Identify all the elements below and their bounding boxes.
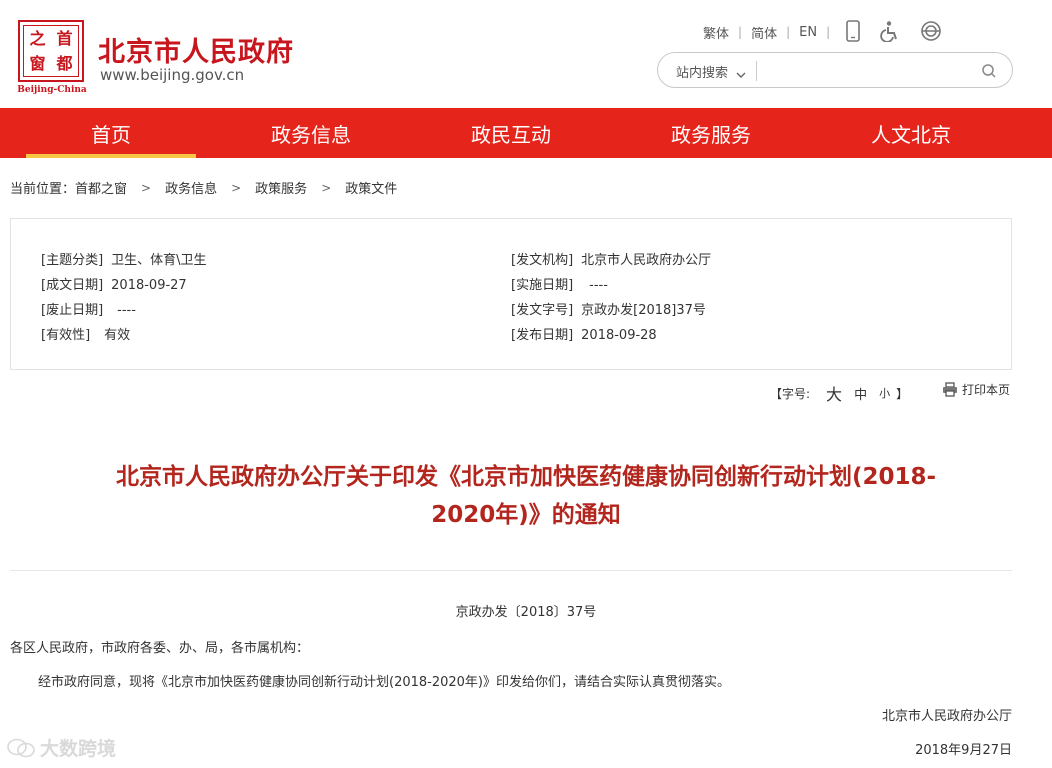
font-size-switcher: 【字号: 大 中 小 】 xyxy=(770,381,908,405)
printer-icon xyxy=(942,382,958,397)
document-title: 北京市人民政府办公厅关于印发《北京市加快医药健康协同创新行动计划(2018- 2… xyxy=(40,458,1012,534)
document-title-line: 2020年)》的通知 xyxy=(431,502,621,528)
search-input[interactable] xyxy=(762,58,974,84)
language-switcher: 繁体 | 简体 | EN | xyxy=(694,20,830,44)
site-search: 站内搜索 xyxy=(657,52,1013,88)
font-size-small-button[interactable]: 小 xyxy=(879,385,890,401)
document-date: 2018年9月27日 xyxy=(915,743,1012,758)
lang-traditional-link[interactable]: 繁体 xyxy=(694,23,738,42)
document-salutation: 各区人民政府，市政府各委、办、局，各市属机构： xyxy=(10,641,310,656)
nav-item-interaction[interactable]: 政民互动 xyxy=(426,108,596,158)
breadcrumb-item[interactable]: 政策服务 xyxy=(255,178,307,197)
watermark: 大数跨境 xyxy=(6,734,116,761)
document-issuer: 北京市人民政府办公厅 xyxy=(881,709,1012,724)
print-button[interactable]: 打印本页 xyxy=(942,381,1010,398)
font-size-bracket-end: 】 xyxy=(896,386,909,401)
nav-item-home[interactable]: 首页 xyxy=(26,108,196,158)
site-header: 之 首 窗 都 Beijing-China 北京市人民政府 www.beijin… xyxy=(0,0,1052,108)
font-size-label: 【字号: xyxy=(770,386,811,401)
meta-written-date: [成文日期] 2018-09-27 xyxy=(41,278,187,293)
search-scope-label[interactable]: 站内搜索 xyxy=(676,62,728,81)
breadcrumb-item[interactable]: 政策文件 xyxy=(345,178,397,197)
site-logo-seal[interactable]: 之 首 窗 都 xyxy=(18,20,84,82)
document-number: 京政办发〔2018〕37号 xyxy=(455,605,597,620)
print-label: 打印本页 xyxy=(962,383,1011,397)
chevron-right-icon: > xyxy=(321,180,332,195)
meta-document-number: [发文字号] 京政办发[2018]37号 xyxy=(511,303,706,318)
site-url: www.beijing.gov.cn xyxy=(100,66,245,84)
mobile-icon[interactable] xyxy=(840,18,866,44)
site-title[interactable]: 北京市人民政府 xyxy=(98,30,294,69)
meta-repeal-date: [废止日期] ---- xyxy=(41,303,136,318)
search-icon[interactable] xyxy=(978,60,1000,82)
lang-english-link[interactable]: EN xyxy=(790,25,826,40)
nav-item-services[interactable]: 政务服务 xyxy=(626,108,796,158)
chevron-right-icon: > xyxy=(231,180,242,195)
breadcrumb-prefix: 当前位置： xyxy=(10,182,76,197)
lang-simplified-link[interactable]: 简体 xyxy=(742,23,786,42)
meta-subject: [主题分类] 卫生、体育\卫生 xyxy=(41,253,207,268)
document-title-line: 北京市人民政府办公厅关于印发《北京市加快医药健康协同创新行动计划(2018- xyxy=(115,464,937,490)
seal-char: 窗 xyxy=(29,53,46,73)
chevron-right-icon: > xyxy=(141,180,152,195)
meta-publish-date: [发布日期] 2018-09-28 xyxy=(511,328,657,343)
meta-effective-date: [实施日期] ---- xyxy=(511,278,608,293)
seal-caption: Beijing-China xyxy=(17,85,87,95)
seal-char: 首 xyxy=(56,28,73,48)
seal-char: 都 xyxy=(56,53,73,73)
breadcrumb: 当前位置： 首都之窗 > 政务信息 > 政策服务 > 政策文件 xyxy=(10,178,397,198)
document-metadata-panel: [主题分类] 卫生、体育\卫生 [成文日期] 2018-09-27 [废止日期] --… xyxy=(10,218,1012,370)
meta-issuing-agency: [发文机构] 北京市人民政府办公厅 xyxy=(511,253,712,268)
breadcrumb-item[interactable]: 首都之窗 xyxy=(75,178,127,197)
font-size-large-button[interactable]: 大 xyxy=(826,381,842,405)
seal-char: 之 xyxy=(29,28,46,48)
meta-validity: [有效性] 有效 xyxy=(41,328,131,343)
elder-mode-icon[interactable] xyxy=(918,18,944,44)
document-body: 经市政府同意，现将《北京市加快医药健康协同创新行动计划(2018-2020年)》… xyxy=(38,675,731,690)
breadcrumb-item[interactable]: 政务信息 xyxy=(165,178,217,197)
nav-item-government-info[interactable]: 政务信息 xyxy=(226,108,396,158)
wechat-icon xyxy=(7,738,35,757)
nav-item-humanities[interactable]: 人文北京 xyxy=(826,108,996,158)
watermark-text: 大数跨境 xyxy=(40,738,117,760)
chevron-down-icon[interactable] xyxy=(736,64,746,83)
divider xyxy=(10,570,1012,571)
accessibility-icon[interactable] xyxy=(878,18,904,44)
main-nav: 首页 政务信息 政民互动 政务服务 人文北京 xyxy=(0,108,1052,158)
font-size-medium-button[interactable]: 中 xyxy=(854,384,867,403)
